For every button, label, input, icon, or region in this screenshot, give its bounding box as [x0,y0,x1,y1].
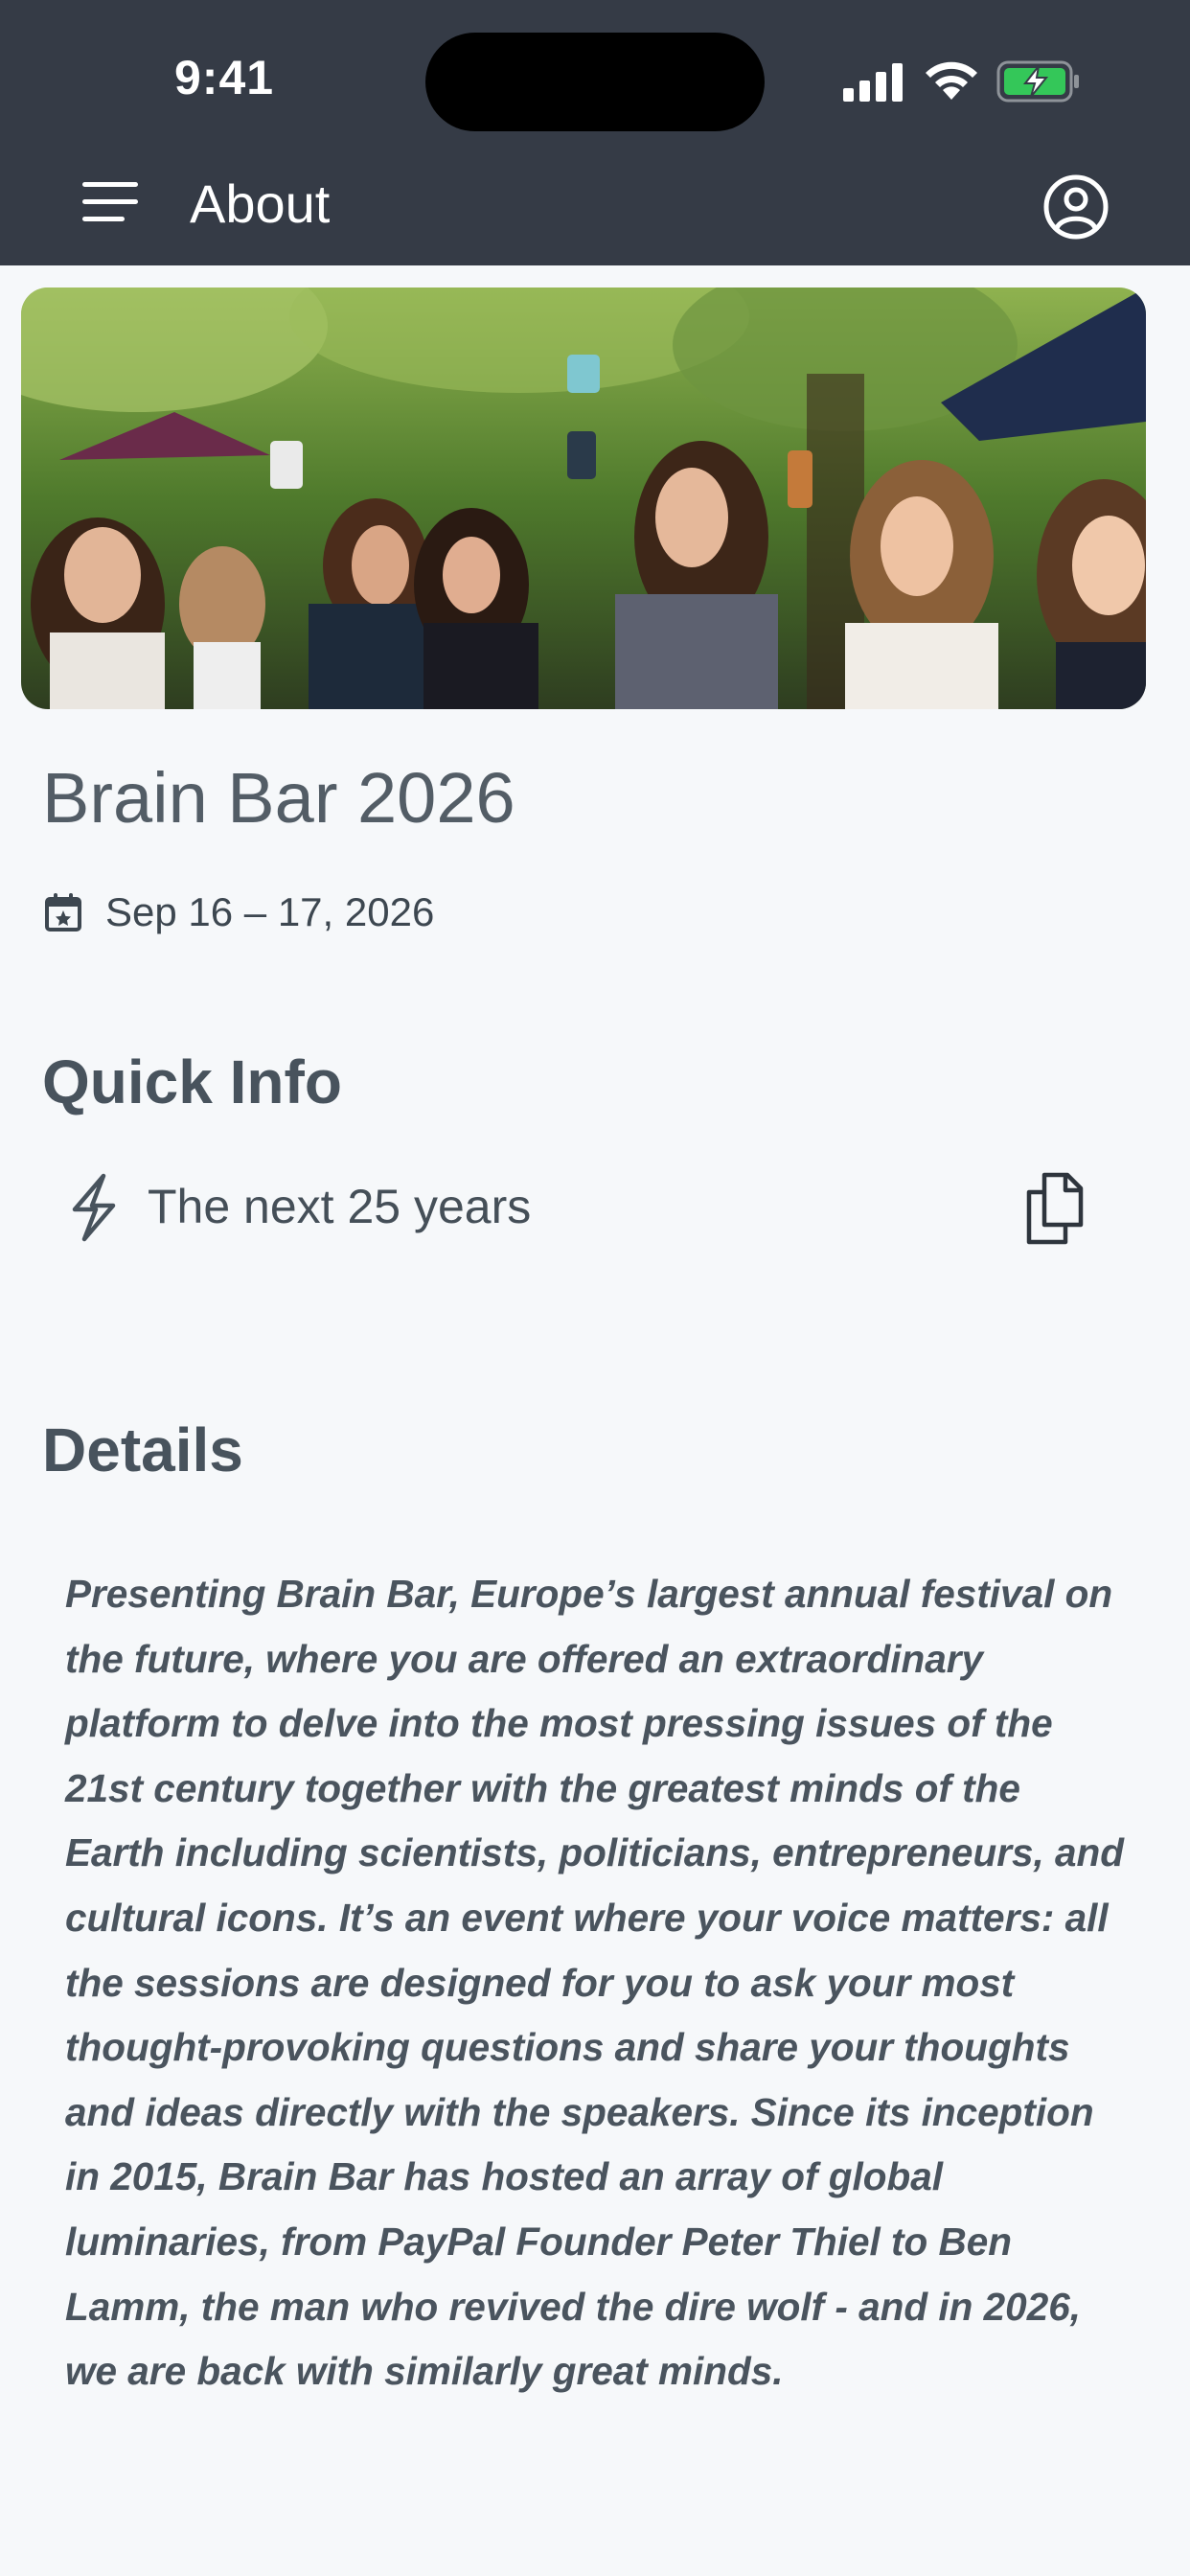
battery-charging-icon [996,60,1079,103]
event-title: Brain Bar 2026 [42,758,515,838]
calendar-icon [45,893,81,932]
event-date-row: Sep 16 – 17, 2026 [44,887,434,937]
wifi-icon [926,61,977,100]
dynamic-island [425,33,765,131]
quick-info-item: The next 25 years [67,1171,1092,1248]
app-header-bar: 9:41 About [0,0,1190,265]
hamburger-menu-icon[interactable] [82,180,140,224]
details-heading: Details [42,1415,243,1484]
quick-info-text: The next 25 years [148,1180,532,1233]
cellular-signal-icon [843,63,903,102]
page-title: About [190,173,331,234]
event-date: Sep 16 – 17, 2026 [105,889,435,934]
quick-info-heading: Quick Info [42,1047,342,1116]
details-body: Presenting Brain Bar, Europe’s largest a… [65,1572,1124,2394]
profile-icon[interactable] [1042,173,1110,241]
event-hero-image [21,288,1146,709]
copy-icon[interactable] [1021,1171,1088,1246]
status-time: 9:41 [174,51,275,104]
lightning-icon [72,1173,116,1242]
